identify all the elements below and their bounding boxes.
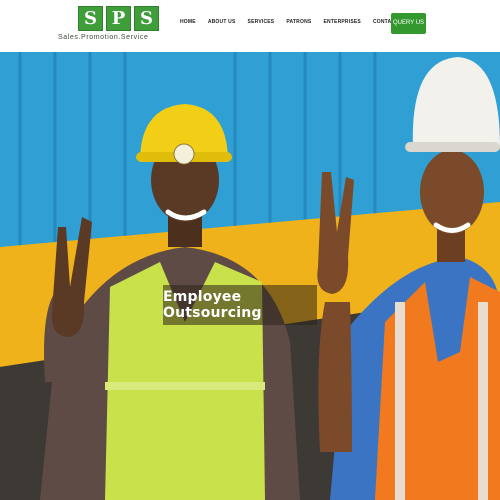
query-us-button[interactable]: QUERY US [391, 13, 426, 34]
logo-letter-p: P [106, 6, 131, 31]
hero-caption-box: Employee Outsourcing [163, 285, 317, 325]
hero-workers-photo [0, 52, 500, 500]
hero-banner: Employee Outsourcing [0, 52, 500, 500]
nav-about-us[interactable]: ABOUT US [208, 19, 236, 25]
nav-patrons[interactable]: PATRONS [286, 19, 311, 25]
nav-home[interactable]: HOME [180, 19, 196, 25]
nav-services[interactable]: SERVICES [248, 19, 275, 25]
logo-mark: S P S [78, 6, 159, 31]
site-header: S P S Sales.Promotion.Service HOME ABOUT… [0, 0, 500, 53]
logo-letter-s2: S [134, 6, 159, 31]
logo[interactable]: S P S Sales.Promotion.Service [58, 6, 159, 46]
nav-enterprises[interactable]: ENTERPRISES [323, 19, 361, 25]
logo-letter-s: S [78, 6, 103, 31]
main-nav: HOME ABOUT US SERVICES PATRONS ENTERPRIS… [180, 19, 398, 25]
hero-caption: Employee Outsourcing [163, 289, 262, 321]
logo-tagline: Sales.Promotion.Service [58, 34, 149, 41]
